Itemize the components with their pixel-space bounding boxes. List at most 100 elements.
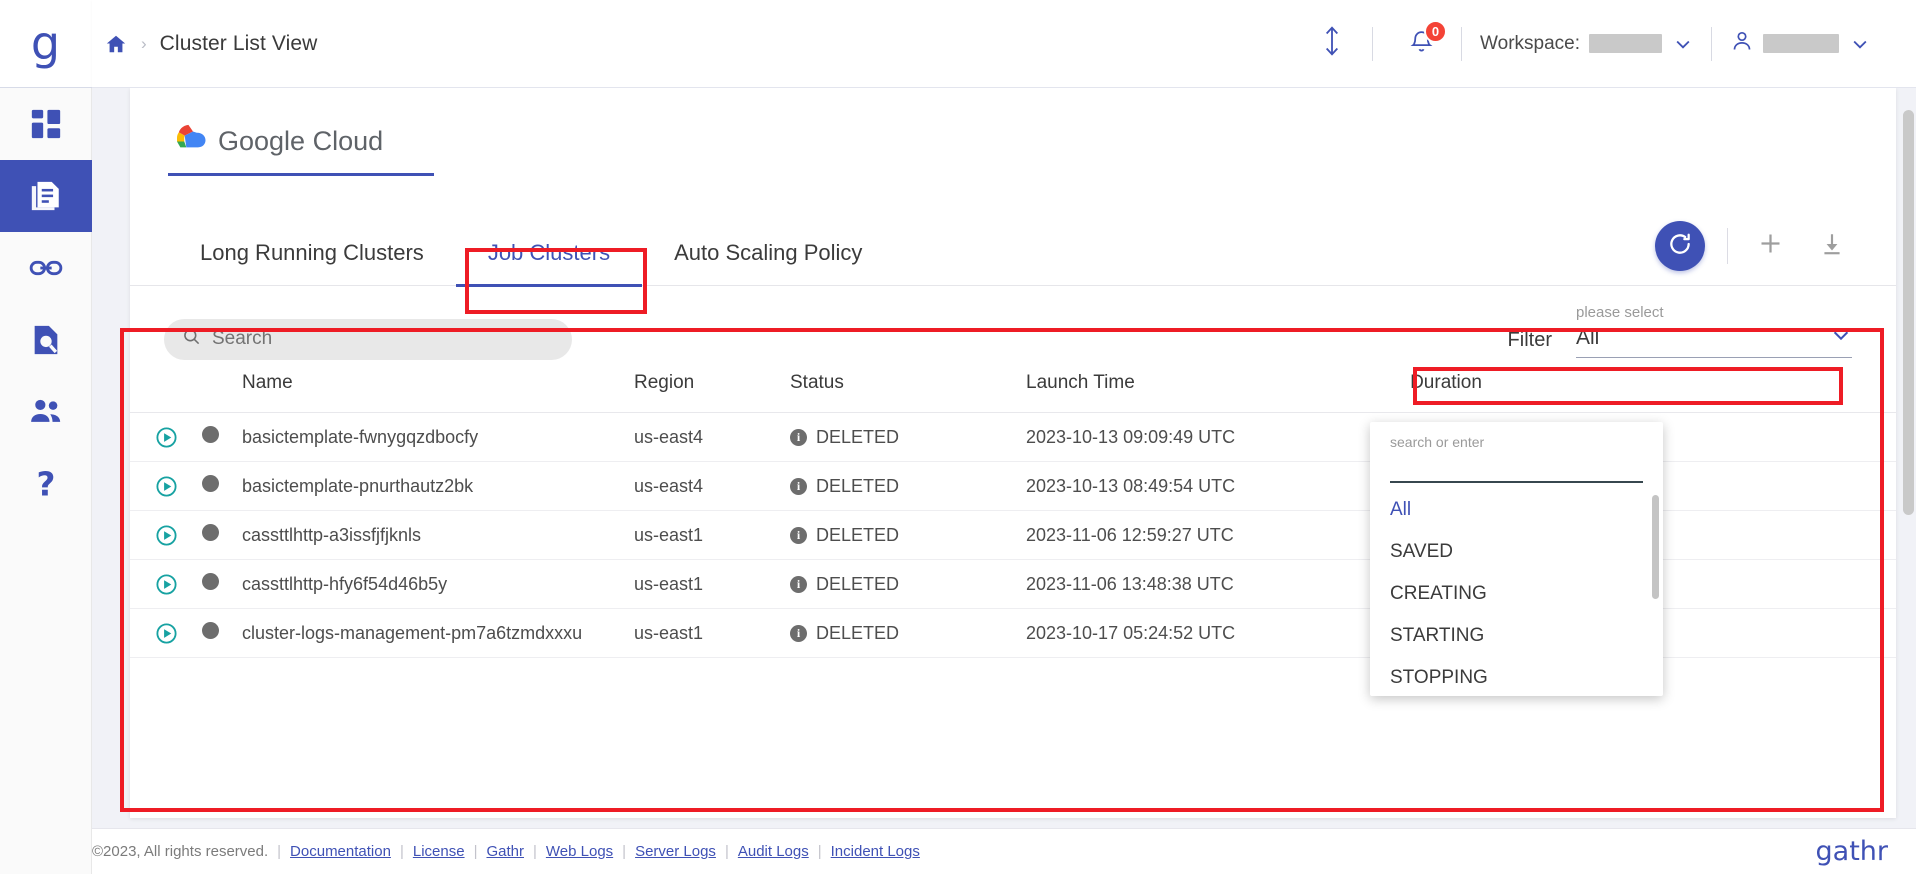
footer-link-documentation[interactable]: Documentation [290, 843, 391, 860]
select-control[interactable]: All [1576, 324, 1852, 358]
dropdown-option-stopping[interactable]: STOPPING [1370, 657, 1663, 696]
status-filter-select[interactable]: please select All [1576, 304, 1852, 358]
play-circle-icon[interactable] [130, 426, 202, 449]
info-icon[interactable]: i [790, 624, 807, 642]
refresh-button[interactable] [1655, 221, 1705, 271]
row-expand-cell[interactable] [130, 608, 202, 658]
search-input[interactable] [212, 328, 554, 350]
dropdown-option-starting[interactable]: STARTING [1370, 615, 1663, 657]
tab-label: Job Clusters [487, 240, 611, 265]
table-header-row: Name Region Status Launch Time Duration [130, 364, 1896, 413]
notifications-button[interactable]: 0 [1399, 19, 1448, 66]
cell-status: i DELETED [790, 412, 1026, 462]
cell-launch-time: 2023-11-06 13:48:38 UTC [1026, 559, 1346, 609]
column-header-status[interactable]: Status [790, 364, 1026, 413]
play-circle-icon[interactable] [130, 573, 202, 596]
status-filter-group: Filter please select All [1508, 304, 1852, 358]
select-hint-label: please select [1576, 304, 1664, 321]
status-filter-dropdown[interactable]: search or enter All SAVED CREATING START… [1370, 422, 1663, 696]
dropdown-option-all[interactable]: All [1370, 489, 1663, 531]
footer-brand-logo: gathr [1815, 836, 1888, 867]
cell-name[interactable]: cluster-logs-management-pm7a6tzmdxxxu [242, 608, 634, 658]
status-text: DELETED [816, 573, 900, 594]
cell-name[interactable]: cassttlhttp-hfy6f54d46b5y [242, 559, 634, 609]
app-logo[interactable]: g [0, 0, 92, 88]
footer-divider: | [622, 843, 627, 860]
page-scrollbar-thumb[interactable] [1903, 110, 1914, 515]
download-button[interactable] [1812, 226, 1852, 266]
tab-long-running-clusters[interactable]: Long Running Clusters [168, 240, 456, 285]
cluster-list-view-page: g ? › Cluster List View 0 Workspace: Goo… [0, 0, 1916, 874]
footer-link-web-logs[interactable]: Web Logs [546, 843, 613, 860]
footer-link-server-logs[interactable]: Server Logs [635, 843, 716, 860]
header-divider-3 [1711, 26, 1712, 61]
users-icon [29, 395, 63, 429]
dropdown-option-creating[interactable]: CREATING [1370, 573, 1663, 615]
cell-region: us-east1 [634, 510, 790, 560]
column-header-launch-time[interactable]: Launch Time [1026, 364, 1346, 413]
cell-status: i DELETED [790, 461, 1026, 511]
play-circle-icon[interactable] [130, 622, 202, 645]
footer-divider: | [724, 843, 729, 860]
info-icon[interactable]: i [790, 428, 807, 446]
page-scrollbar[interactable] [1903, 92, 1914, 772]
row-status-dot-cell [202, 412, 242, 462]
info-icon[interactable]: i [790, 526, 807, 544]
add-button[interactable] [1750, 226, 1790, 266]
sort-toggle-button[interactable] [1310, 22, 1354, 66]
provider-name-bold: Google [218, 126, 306, 156]
sidebar-item-users[interactable] [0, 376, 92, 448]
dropdown-search-input[interactable] [1390, 452, 1643, 483]
column-header-actions [1546, 364, 1896, 413]
play-circle-icon[interactable] [130, 475, 202, 498]
tab-auto-scaling-policy[interactable]: Auto Scaling Policy [642, 240, 894, 285]
cell-name[interactable]: cluster-logs-management-vgft2hs2qcgye [242, 657, 634, 664]
tab-job-clusters[interactable]: Job Clusters [455, 240, 643, 287]
cell-launch-time: 2023-10-13 08:49:54 UTC [1026, 461, 1346, 511]
play-circle-icon[interactable] [130, 524, 202, 547]
column-header-region[interactable]: Region [634, 364, 790, 413]
footer-link-gathr[interactable]: Gathr [486, 843, 524, 860]
page-title: Cluster List View [159, 31, 318, 55]
column-header-name[interactable]: Name [242, 364, 634, 413]
breadcrumb: › Cluster List View [105, 32, 317, 56]
app-logo-letter: g [30, 15, 61, 70]
home-icon[interactable] [105, 33, 127, 55]
table-toolbar: Filter please select All [130, 286, 1896, 364]
row-expand-cell[interactable] [130, 657, 202, 664]
cell-name[interactable]: basictemplate-fwnygqzdbocfy [242, 412, 634, 462]
info-icon[interactable]: i [790, 575, 807, 593]
row-expand-cell[interactable] [130, 461, 202, 511]
sidebar-item-search-docs[interactable] [0, 304, 92, 376]
footer-link-incident-logs[interactable]: Incident Logs [831, 843, 920, 860]
row-expand-cell[interactable] [130, 559, 202, 609]
column-header-duration[interactable]: Duration [1346, 364, 1546, 413]
download-icon [1819, 231, 1845, 262]
cluster-tabs: Long Running Clusters Job Clusters Auto … [130, 221, 1896, 287]
cell-name[interactable]: basictemplate-pnurthautz2bk [242, 461, 634, 511]
cell-region: us-east4 [634, 412, 790, 462]
footer-link-license[interactable]: License [413, 843, 465, 860]
cell-name[interactable]: cassttlhttp-a3issfjfjknls [242, 510, 634, 560]
user-account-menu[interactable] [1730, 29, 1870, 58]
row-expand-cell[interactable] [130, 510, 202, 560]
status-dot [202, 573, 219, 590]
cell-status: i DELETED [790, 559, 1026, 609]
info-icon[interactable]: i [790, 477, 807, 495]
sidebar-item-dashboard[interactable] [0, 88, 92, 160]
footer-link-audit-logs[interactable]: Audit Logs [738, 843, 809, 860]
action-divider [1727, 228, 1728, 264]
plus-icon [1757, 230, 1784, 262]
sidebar-item-help[interactable]: ? [0, 448, 92, 520]
sidebar-item-clusters[interactable] [0, 160, 92, 232]
sidebar-item-connections[interactable] [0, 232, 92, 304]
workspace-selector[interactable]: Workspace: [1480, 33, 1693, 55]
dropdown-option-saved[interactable]: SAVED [1370, 531, 1663, 573]
notification-count-badge: 0 [1424, 19, 1448, 43]
row-expand-cell[interactable] [130, 412, 202, 462]
provider-tab-google-cloud[interactable]: Google Cloud [168, 122, 434, 176]
search-box[interactable] [164, 318, 572, 360]
dropdown-scrollbar[interactable] [1652, 495, 1659, 599]
cell-status: i DELETED [790, 657, 1026, 664]
cell-status: i DELETED [790, 608, 1026, 658]
